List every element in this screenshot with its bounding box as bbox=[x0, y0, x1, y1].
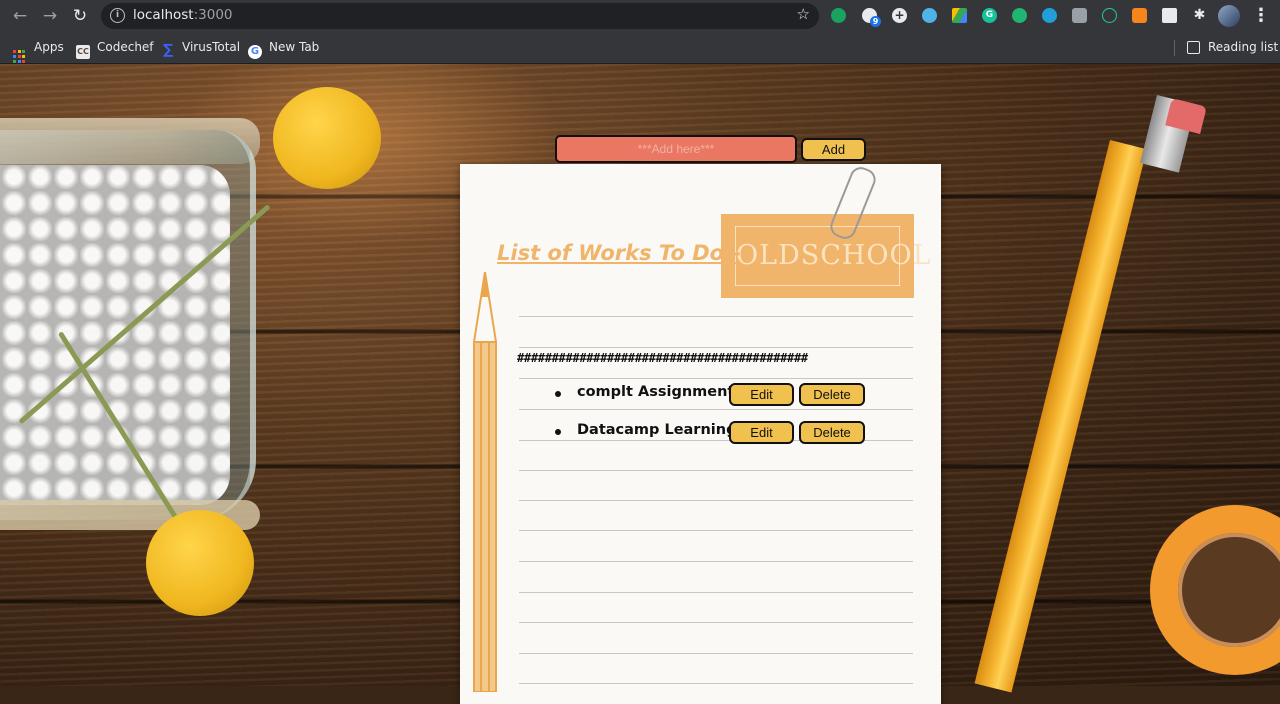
oldschool-text: OLDSCHOOL bbox=[735, 226, 931, 286]
address-bar-url[interactable]: localhost:3000 bbox=[133, 7, 233, 23]
compass-extension-icon[interactable] bbox=[922, 8, 937, 23]
delete-button[interactable]: Delete bbox=[799, 421, 865, 444]
reload-icon[interactable]: ↻ bbox=[69, 5, 91, 27]
green-extension-icon[interactable] bbox=[1012, 8, 1027, 23]
bookmark-apps[interactable]: Apps bbox=[13, 39, 64, 63]
tape-roll-core bbox=[1178, 533, 1280, 647]
ruled-line bbox=[519, 683, 913, 684]
extension-badge: 9 bbox=[870, 16, 881, 27]
yellow-flower bbox=[273, 87, 381, 189]
metamask-extension-icon[interactable] bbox=[1132, 8, 1147, 23]
evernote-extension-icon[interactable] bbox=[831, 8, 846, 23]
list-title: List of Works To Do:- bbox=[497, 241, 742, 265]
bookmark-codechef[interactable]: CC Codechef bbox=[76, 39, 154, 59]
apps-grid-icon bbox=[13, 50, 26, 63]
bookmark-star-icon[interactable]: ☆ bbox=[797, 5, 810, 23]
ruled-line bbox=[519, 592, 913, 593]
ruled-line bbox=[519, 500, 913, 501]
extensions-puzzle-icon[interactable]: ✱ bbox=[1192, 8, 1207, 23]
menu-kebab-icon[interactable]: ⋮ bbox=[1252, 5, 1270, 27]
todo-text: Datacamp Learning bbox=[577, 422, 737, 438]
ruled-line bbox=[519, 316, 913, 317]
yellow-flower bbox=[146, 510, 254, 616]
grammarly-extension-icon[interactable]: G bbox=[982, 8, 997, 23]
telegram-extension-icon[interactable] bbox=[1042, 8, 1057, 23]
delete-button[interactable]: Delete bbox=[799, 383, 865, 406]
bullet-icon bbox=[555, 429, 561, 435]
gray-extension-icon[interactable] bbox=[1072, 8, 1087, 23]
codechef-icon: CC bbox=[76, 45, 90, 59]
add-button[interactable]: Add bbox=[801, 138, 866, 161]
forward-arrow-icon[interactable]: → bbox=[39, 5, 61, 27]
add-todo-input[interactable] bbox=[555, 135, 797, 163]
bullet-icon bbox=[555, 391, 561, 397]
reading-list-icon bbox=[1187, 41, 1200, 54]
site-info-icon[interactable]: i bbox=[110, 8, 125, 23]
browser-toolbar: ← → ↻ i localhost:3000 ☆ 9 + G ✱ ⋮ bbox=[0, 0, 1280, 32]
teal-extension-icon[interactable] bbox=[1102, 8, 1117, 23]
ruled-line bbox=[519, 561, 913, 562]
reading-list-button[interactable]: Reading list bbox=[1187, 39, 1278, 55]
google-icon: G bbox=[248, 45, 262, 59]
ruled-line bbox=[519, 409, 913, 410]
address-bar[interactable]: i localhost:3000 ☆ bbox=[101, 3, 819, 29]
bookmark-virustotal[interactable]: ∑ VirusTotal bbox=[161, 39, 240, 58]
ruled-line bbox=[519, 653, 913, 654]
ruled-line bbox=[519, 622, 913, 623]
bookmark-new-tab[interactable]: G New Tab bbox=[248, 39, 319, 59]
oldschool-label: OLDSCHOOL bbox=[721, 214, 931, 298]
virustotal-icon: ∑ bbox=[162, 42, 174, 58]
screen-extension-icon[interactable] bbox=[1162, 8, 1177, 23]
pencil-illustration bbox=[472, 272, 498, 692]
whatsapp-extension-icon[interactable]: 9 bbox=[862, 8, 881, 27]
edit-button[interactable]: Edit bbox=[729, 421, 794, 444]
ruled-line bbox=[519, 378, 913, 379]
ruled-line bbox=[519, 347, 913, 348]
hash-separator: ########################################… bbox=[517, 351, 808, 365]
bookmarks-bar: Apps CC Codechef ∑ VirusTotal G New Tab Rea… bbox=[0, 32, 1280, 64]
add-extension-icon[interactable]: + bbox=[892, 8, 907, 23]
ruled-line bbox=[519, 470, 913, 471]
ruled-line bbox=[519, 530, 913, 531]
profile-avatar[interactable] bbox=[1218, 5, 1240, 27]
todo-text: complt Assignment bbox=[577, 384, 735, 400]
google-drive-extension-icon[interactable] bbox=[952, 8, 967, 23]
edit-button[interactable]: Edit bbox=[729, 383, 794, 406]
bookmarks-divider bbox=[1174, 40, 1175, 56]
back-arrow-icon[interactable]: ← bbox=[9, 5, 31, 27]
